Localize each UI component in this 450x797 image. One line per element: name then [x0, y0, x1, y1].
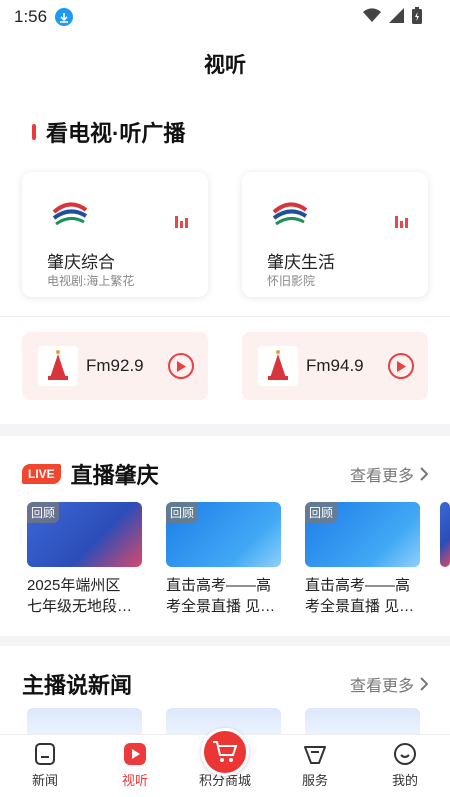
content-scroll[interactable]: 看电视·听广播 肇庆综合 电视剧:海上繁花 肇庆生活 怀旧影院 Fm92.9 F… — [0, 94, 450, 734]
playing-bars-icon — [395, 214, 408, 228]
page-title: 视听 — [204, 54, 246, 77]
divider — [0, 316, 450, 317]
nav-label: 新闻 — [31, 773, 58, 788]
bottom-nav: 新闻 视听 积分商城 服务 我的 — [0, 728, 450, 797]
play-button[interactable] — [388, 353, 414, 379]
replay-tag: 回顾 — [305, 502, 338, 523]
live-item[interactable]: 回顾 直击高考——高 考全景直播 见… — [166, 502, 281, 617]
services-icon — [304, 746, 326, 764]
channel-program: 怀旧影院 — [267, 274, 316, 288]
play-icon — [397, 360, 406, 372]
signal-icon — [389, 8, 404, 23]
playing-bars-icon — [175, 214, 188, 228]
live-thumbnail: 回顾 — [27, 502, 142, 567]
nav-item-mall[interactable]: 积分商城 — [190, 728, 260, 789]
see-more-link[interactable]: 查看更多 — [350, 462, 428, 486]
nav-item-services[interactable]: 服务 — [280, 742, 350, 789]
live-caption: 直击高考——高 考全景直播 见… — [305, 575, 420, 617]
chevron-right-icon — [420, 677, 428, 691]
live-item[interactable]: 回顾 直击高考——高 考全景直播 见… — [305, 502, 420, 617]
anchor-news-thumbnail[interactable] — [305, 708, 420, 734]
battery-icon — [412, 7, 422, 24]
caption-line: 七年级无地段… — [27, 598, 133, 615]
radio-frequency: Fm94.9 — [306, 356, 364, 375]
zhaoqing-tv-logo-icon — [52, 202, 88, 226]
shopping-cart-icon — [213, 741, 238, 762]
live-header: LIVE 直播肇庆 — [22, 458, 159, 490]
nav-item-media[interactable]: 视听 — [100, 742, 170, 789]
page-header: 视听 — [0, 34, 450, 94]
caption-line: 直击高考——高 — [166, 577, 272, 594]
see-more-label: 查看更多 — [349, 678, 414, 695]
channel-name: 肇庆综合 — [47, 253, 115, 272]
mall-button[interactable] — [201, 728, 249, 776]
radio-station-card[interactable]: Fm92.9 — [22, 332, 208, 400]
radio-station-card[interactable]: Fm94.9 — [242, 332, 428, 400]
live-caption: 直击高考——高 考全景直播 见… — [166, 575, 281, 617]
radio-frequency: Fm92.9 — [86, 356, 144, 375]
video-play-icon — [124, 743, 146, 765]
live-thumbnail: 回顾 — [305, 502, 420, 567]
live-item[interactable]: 回顾 2025年端州区 七年级无地段… — [27, 502, 142, 617]
download-icon — [55, 8, 74, 26]
channel-name: 肇庆生活 — [267, 253, 335, 272]
wifi-icon — [363, 8, 381, 22]
zhaoqing-tv-logo-icon — [272, 202, 308, 226]
anchor-news-thumbnail[interactable] — [27, 708, 142, 734]
news-icon — [35, 743, 55, 765]
nav-label: 我的 — [391, 773, 418, 788]
live-title: 直播肇庆 — [70, 463, 159, 488]
nav-item-profile[interactable]: 我的 — [370, 742, 440, 789]
status-bar: 1:56 — [0, 0, 450, 34]
caption-line: 考全景直播 见… — [305, 598, 415, 615]
live-thumbnail-partial — [440, 502, 450, 567]
chevron-right-icon — [420, 467, 428, 481]
radio-logo-icon — [38, 346, 78, 386]
replay-tag: 回顾 — [27, 502, 60, 523]
radio-logo-icon — [258, 346, 298, 386]
channel-program: 电视剧:海上繁花 — [47, 274, 135, 288]
nav-label: 服务 — [301, 773, 328, 788]
tv-radio-section: 看电视·听广播 肇庆综合 电视剧:海上繁花 肇庆生活 怀旧影院 Fm92.9 F… — [0, 94, 450, 424]
anchor-news-section: 主播说新闻 查看更多 — [0, 646, 450, 734]
caption-line: 考全景直播 见… — [166, 598, 276, 615]
caption-line: 直击高考——高 — [305, 577, 411, 594]
see-more-label: 查看更多 — [349, 468, 414, 485]
nav-label: 视听 — [121, 773, 148, 788]
live-caption: 2025年端州区 七年级无地段… — [27, 575, 142, 617]
tv-channel-card[interactable]: 肇庆综合 电视剧:海上繁花 — [22, 172, 208, 297]
play-button[interactable] — [168, 353, 194, 379]
live-badge: LIVE — [22, 464, 61, 484]
see-more-link[interactable]: 查看更多 — [350, 672, 428, 696]
nav-item-news[interactable]: 新闻 — [10, 742, 80, 789]
tv-radio-title: 看电视·听广播 — [46, 121, 186, 146]
live-section: LIVE 直播肇庆 查看更多 回顾 2025年端州区 七年级无地段… 回顾 直击… — [0, 436, 450, 636]
anchor-news-title: 主播说新闻 — [22, 673, 133, 698]
status-time: 1:56 — [14, 7, 48, 26]
tv-channel-card[interactable]: 肇庆生活 怀旧影院 — [242, 172, 428, 297]
replay-tag: 回顾 — [166, 502, 199, 523]
smile-profile-icon — [394, 743, 416, 765]
caption-line: 2025年端州区 — [27, 577, 121, 594]
play-icon — [177, 360, 186, 372]
section-marker — [32, 124, 36, 140]
tv-radio-header: 看电视·听广播 — [32, 116, 185, 148]
live-thumbnail: 回顾 — [166, 502, 281, 567]
anchor-news-header: 主播说新闻 — [22, 668, 132, 700]
